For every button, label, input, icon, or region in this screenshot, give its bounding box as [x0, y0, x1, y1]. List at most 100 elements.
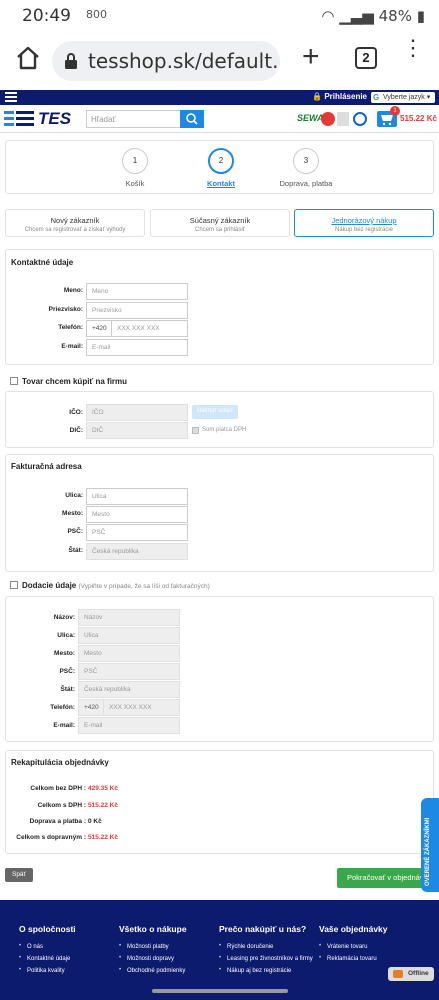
delivery-title-text: Dodacie údaje [22, 581, 77, 590]
phone-prefix-field[interactable]: +420 [86, 320, 112, 337]
delivery-section: Názov: Názov Ulica: Ulica Mesto: Mesto P… [5, 596, 434, 742]
footer-link[interactable]: Obchodné podmienky [119, 967, 187, 974]
logo-stripes-icon [4, 111, 34, 126]
footer-link[interactable]: Politika kvality [19, 967, 76, 974]
site-logo[interactable]: TES [4, 109, 74, 129]
phone-field[interactable]: XXX XXX XXX [111, 320, 188, 337]
load-company-button[interactable]: Načítať údaje [192, 405, 238, 419]
country-label: Štát: [60, 686, 75, 693]
site-footer: O spoločnosti O nás Kontaktné údaje Poli… [0, 900, 439, 1000]
summary-label: Celkom bez DPH : [30, 785, 86, 792]
zip-label: PSČ: [59, 668, 75, 675]
company-section: IČO: IČO Načítať údaje DIČ: DIČ Som plat… [5, 391, 434, 448]
gesture-bar[interactable] [152, 989, 288, 993]
award-badge-icon [321, 112, 335, 126]
contact-section: Kontaktné údaje Meno: Meno Priezvisko: P… [5, 249, 434, 365]
order-summary: Rekapitulácia objednávky Celkom bez DPH … [5, 750, 434, 854]
continue-button[interactable]: Pokračovať v objednávaní [337, 868, 431, 888]
footer-column: O spoločnosti O nás Kontaktné údaje Poli… [19, 924, 76, 980]
surname-field[interactable]: Priezvisko [86, 302, 188, 319]
zip-field[interactable]: PSČ [78, 663, 180, 680]
dic-field[interactable]: DIČ [86, 422, 188, 439]
verified-reviews-tab[interactable]: OVERENÉ ZÁKAZNÍKMI [421, 798, 439, 892]
home-icon[interactable] [14, 44, 42, 72]
delivery-title: Dodacie údaje (Vyplňte v prípade, že sa … [22, 581, 210, 590]
step-cart[interactable]: 1 Košík [85, 148, 185, 188]
footer-link[interactable]: Možnosti platby [119, 943, 187, 950]
company-checkbox[interactable] [10, 377, 18, 385]
checkout-steps: 1 Košík 2 Kontakt 3 Doprava, platba [5, 140, 434, 194]
cart-total[interactable]: 515.22 Kč [400, 114, 437, 123]
footer-heading: Všetko o nákupe [119, 924, 187, 934]
summary-value: 429.35 Kč [88, 785, 118, 792]
zip-field[interactable]: PSČ [86, 524, 188, 541]
step-label: Košík [125, 179, 145, 188]
name-field[interactable]: Meno [86, 283, 188, 300]
customer-type-guest[interactable]: Jednorázový nákup Nákup bez registrácie [294, 209, 434, 237]
footer-link[interactable]: O nás [19, 943, 76, 950]
phone-field[interactable]: XXX XXX XXX [103, 699, 180, 716]
step-shipping[interactable]: 3 Doprava, platba [256, 148, 356, 188]
surname-label: Priezvisko: [48, 306, 83, 313]
email-field[interactable]: E-mail [86, 339, 188, 356]
search-button[interactable] [180, 110, 204, 128]
summary-value: 515.22 Kč [88, 802, 118, 809]
footer-link[interactable]: Kontaktné údaje [19, 955, 76, 962]
footer-link[interactable]: Vrátenie tovaru [319, 943, 388, 950]
street-field[interactable]: Ulica [86, 488, 188, 505]
section-title: Rekapitulácia objednávky [11, 758, 109, 767]
section-title: Fakturačná adresa [11, 462, 82, 471]
browser-toolbar: tesshop.sk/default.asp + 2 ⋮ [0, 32, 439, 90]
email-field[interactable]: E-mail [78, 717, 180, 734]
city-field[interactable]: Mesto [78, 645, 180, 662]
city-field[interactable]: Mesto [86, 506, 188, 523]
street-field[interactable]: Ulica [78, 627, 180, 644]
verified-reviews-label: OVERENÉ ZÁKAZNÍKMI [425, 817, 431, 886]
country-label: Štát: [68, 547, 83, 554]
footer-link[interactable]: Reklamácia tovaru [319, 955, 388, 962]
customer-type-title: Súčasný zákazník [189, 216, 251, 225]
address-bar[interactable]: tesshop.sk/default.asp [52, 41, 280, 81]
step-number: 1 [122, 148, 148, 174]
status-bar: 20:49 800 ◠ ▁▃▅ 48% ▮ [0, 0, 439, 32]
tab-switcher-button[interactable]: 2 [355, 47, 377, 69]
footer-link[interactable]: Nákup aj bez registrácie [219, 967, 313, 974]
certificate-badge-icon [337, 112, 349, 126]
summary-label: Celkom s dopravným : [16, 834, 86, 841]
footer-link[interactable]: Leasing pre živnostníkov a firmy [219, 955, 313, 962]
vat-payer-checkbox[interactable] [192, 427, 199, 434]
company-title: Tovar chcem kúpiť na firmu [22, 377, 128, 386]
country-select[interactable]: Česká republika [86, 543, 188, 560]
hamburger-menu-icon[interactable] [5, 92, 17, 102]
login-link[interactable]: 🔒 Prihlásenie [312, 92, 367, 101]
dic-label: DIČ: [69, 427, 83, 434]
customer-type-new[interactable]: Nový zákazník Chcem sa registrovať a zís… [5, 209, 145, 237]
country-select[interactable]: Česká republika [78, 681, 180, 698]
vat-payer-label: Som platca DPH [202, 427, 247, 433]
footer-link[interactable]: Rýchle doručenie [219, 943, 313, 950]
chat-offline-button[interactable]: Offline [388, 967, 434, 981]
customer-type-existing[interactable]: Súčasný zákazník Chcem sa prihlásiť [150, 209, 290, 237]
new-tab-icon[interactable]: + [302, 42, 320, 72]
back-button[interactable]: Späť [5, 868, 33, 882]
delivery-checkbox[interactable] [10, 581, 18, 589]
customer-type-subtitle: Chcem sa registrovať a získať výhody [24, 227, 126, 233]
browser-menu-icon[interactable]: ⋮ [402, 37, 424, 59]
delivery-note: (Vyplňte v prípade, že sa líši od faktur… [78, 583, 210, 590]
city-label: Mesto: [62, 510, 83, 517]
name-label: Meno: [63, 287, 83, 294]
customer-type-subtitle: Nákup bez registrácie [334, 227, 394, 233]
site-topbar: 🔒 Prihlásenie G Vyberte jazyk ▾ [0, 90, 439, 105]
customer-type-title: Nový zákazník [50, 216, 100, 225]
company-name-field[interactable]: Názov [78, 609, 180, 626]
phone-prefix-field[interactable]: +420 [78, 699, 104, 716]
customer-type-title: Jednorázový nákup [331, 216, 397, 225]
language-select[interactable]: G Vyberte jazyk ▾ [371, 92, 435, 103]
step-number: 2 [208, 148, 234, 174]
city-label: Mesto: [54, 650, 75, 657]
footer-link[interactable]: Možnosti dopravy [119, 955, 187, 962]
ico-field[interactable]: IČO [86, 404, 188, 421]
sewa-logo: SEWA [297, 113, 324, 123]
network-speed: 800 [86, 8, 107, 21]
summary-label: Celkom s DPH : [37, 802, 86, 809]
